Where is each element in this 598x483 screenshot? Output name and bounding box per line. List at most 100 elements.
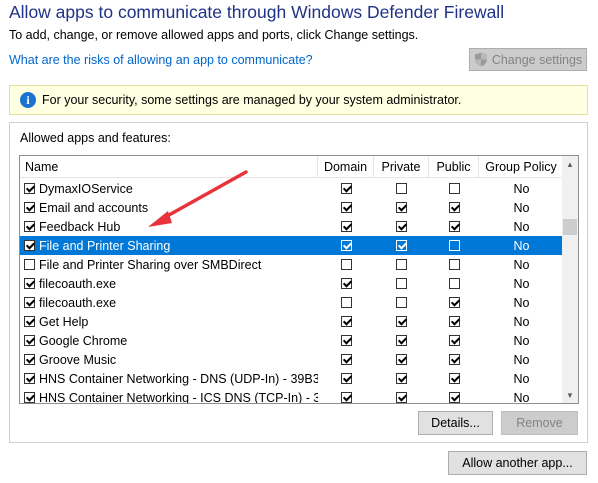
app-enabled-checkbox[interactable] [24, 202, 35, 213]
domain-cell [318, 388, 374, 403]
private-checkbox[interactable] [396, 221, 407, 232]
allow-another-app-button[interactable]: Allow another app... [448, 451, 587, 475]
private-cell [374, 255, 429, 274]
domain-checkbox[interactable] [340, 240, 352, 251]
public-checkbox[interactable] [448, 259, 460, 270]
allowed-apps-label: Allowed apps and features: [20, 131, 171, 145]
public-checkbox[interactable] [448, 183, 460, 194]
table-row[interactable]: HNS Container Networking - ICS DNS (TCP-… [20, 388, 564, 404]
table-row[interactable]: Google Chrome No [20, 331, 564, 350]
private-cell [374, 236, 429, 255]
scroll-thumb[interactable] [563, 219, 577, 235]
domain-cell [318, 350, 374, 369]
table-row[interactable]: Get Help No [20, 312, 564, 331]
app-enabled-checkbox[interactable] [24, 183, 35, 194]
private-checkbox[interactable] [396, 392, 407, 403]
private-checkbox[interactable] [396, 297, 407, 308]
table-row[interactable]: Feedback Hub No [20, 217, 564, 236]
domain-checkbox[interactable] [340, 202, 352, 213]
app-name: HNS Container Networking - DNS (UDP-In) … [39, 371, 318, 386]
domain-cell [318, 293, 374, 312]
table-row[interactable]: Email and accounts No [20, 198, 564, 217]
apps-table[interactable]: Name Domain Private Public Group Policy … [19, 155, 579, 404]
public-checkbox[interactable] [448, 335, 460, 346]
private-checkbox[interactable] [396, 202, 407, 213]
page-title: Allow apps to communicate through Window… [9, 2, 505, 22]
public-checkbox[interactable] [448, 392, 460, 403]
change-settings-button[interactable]: Change settings [469, 48, 587, 71]
app-enabled-checkbox[interactable] [24, 278, 35, 289]
private-checkbox[interactable] [396, 354, 407, 365]
domain-checkbox[interactable] [340, 183, 352, 194]
private-cell [374, 312, 429, 331]
column-header-group-policy[interactable]: Group Policy [479, 156, 564, 178]
private-checkbox[interactable] [396, 373, 407, 384]
scroll-down-icon[interactable]: ▼ [562, 387, 578, 403]
app-name-cell: Get Help [20, 315, 318, 329]
table-row[interactable]: Groove Music No [20, 350, 564, 369]
app-enabled-checkbox[interactable] [24, 259, 35, 270]
app-enabled-checkbox[interactable] [24, 316, 35, 327]
app-enabled-checkbox[interactable] [24, 373, 35, 384]
domain-checkbox[interactable] [340, 373, 352, 384]
column-header-public[interactable]: Public [429, 156, 479, 178]
scroll-up-icon[interactable]: ▲ [562, 156, 578, 172]
public-checkbox[interactable] [448, 297, 460, 308]
private-checkbox[interactable] [396, 316, 407, 327]
public-checkbox[interactable] [448, 240, 460, 251]
private-checkbox[interactable] [396, 183, 407, 194]
public-checkbox[interactable] [448, 373, 460, 384]
remove-button[interactable]: Remove [501, 411, 578, 435]
domain-checkbox[interactable] [340, 335, 352, 346]
public-checkbox[interactable] [448, 354, 460, 365]
domain-checkbox[interactable] [340, 354, 352, 365]
table-row[interactable]: filecoauth.exe No [20, 274, 564, 293]
private-checkbox[interactable] [396, 278, 407, 289]
table-row[interactable]: File and Printer Sharing No [20, 236, 564, 255]
domain-checkbox[interactable] [340, 316, 352, 327]
info-bar: i For your security, some settings are m… [9, 85, 588, 115]
group-policy-cell: No [513, 390, 530, 404]
column-header-private[interactable]: Private [374, 156, 429, 178]
domain-checkbox[interactable] [340, 259, 352, 270]
uac-shield-icon [474, 52, 487, 67]
domain-checkbox[interactable] [340, 297, 352, 308]
app-enabled-checkbox[interactable] [24, 354, 35, 365]
details-button[interactable]: Details... [418, 411, 493, 435]
app-enabled-checkbox[interactable] [24, 221, 35, 232]
app-enabled-checkbox[interactable] [24, 335, 35, 346]
table-row[interactable]: File and Printer Sharing over SMBDirect N… [20, 255, 564, 274]
domain-cell [318, 198, 374, 217]
column-header-domain[interactable]: Domain [318, 156, 374, 178]
domain-checkbox[interactable] [340, 392, 352, 403]
annotation-arrow-icon [148, 170, 248, 227]
public-checkbox[interactable] [448, 221, 460, 232]
public-checkbox[interactable] [448, 278, 460, 289]
app-enabled-checkbox[interactable] [24, 392, 35, 403]
app-name-cell: HNS Container Networking - ICS DNS (TCP-… [20, 391, 318, 403]
private-checkbox[interactable] [396, 240, 407, 251]
app-name: filecoauth.exe [39, 276, 117, 291]
private-cell [374, 179, 429, 198]
domain-checkbox[interactable] [340, 278, 352, 289]
private-checkbox[interactable] [396, 259, 407, 270]
group-policy-cell: No [513, 333, 530, 348]
private-cell [374, 293, 429, 312]
app-enabled-checkbox[interactable] [24, 240, 35, 251]
private-checkbox[interactable] [396, 335, 407, 346]
public-checkbox[interactable] [448, 316, 460, 327]
app-enabled-checkbox[interactable] [24, 297, 35, 308]
table-row[interactable]: HNS Container Networking - DNS (UDP-In) … [20, 369, 564, 388]
app-name-cell: File and Printer Sharing over SMBDirect [20, 258, 318, 272]
vertical-scrollbar[interactable]: ▲ ▼ [562, 156, 578, 403]
public-checkbox[interactable] [448, 202, 460, 213]
domain-checkbox[interactable] [340, 221, 352, 232]
allowed-apps-group: Allowed apps and features: Name Domain P… [9, 122, 588, 443]
domain-cell [318, 236, 374, 255]
table-row[interactable]: DymaxIOService No [20, 179, 564, 198]
app-name-cell: Groove Music [20, 353, 318, 367]
public-cell [429, 312, 479, 331]
risks-link[interactable]: What are the risks of allowing an app to… [9, 53, 313, 67]
domain-cell [318, 217, 374, 236]
table-row[interactable]: filecoauth.exe No [20, 293, 564, 312]
